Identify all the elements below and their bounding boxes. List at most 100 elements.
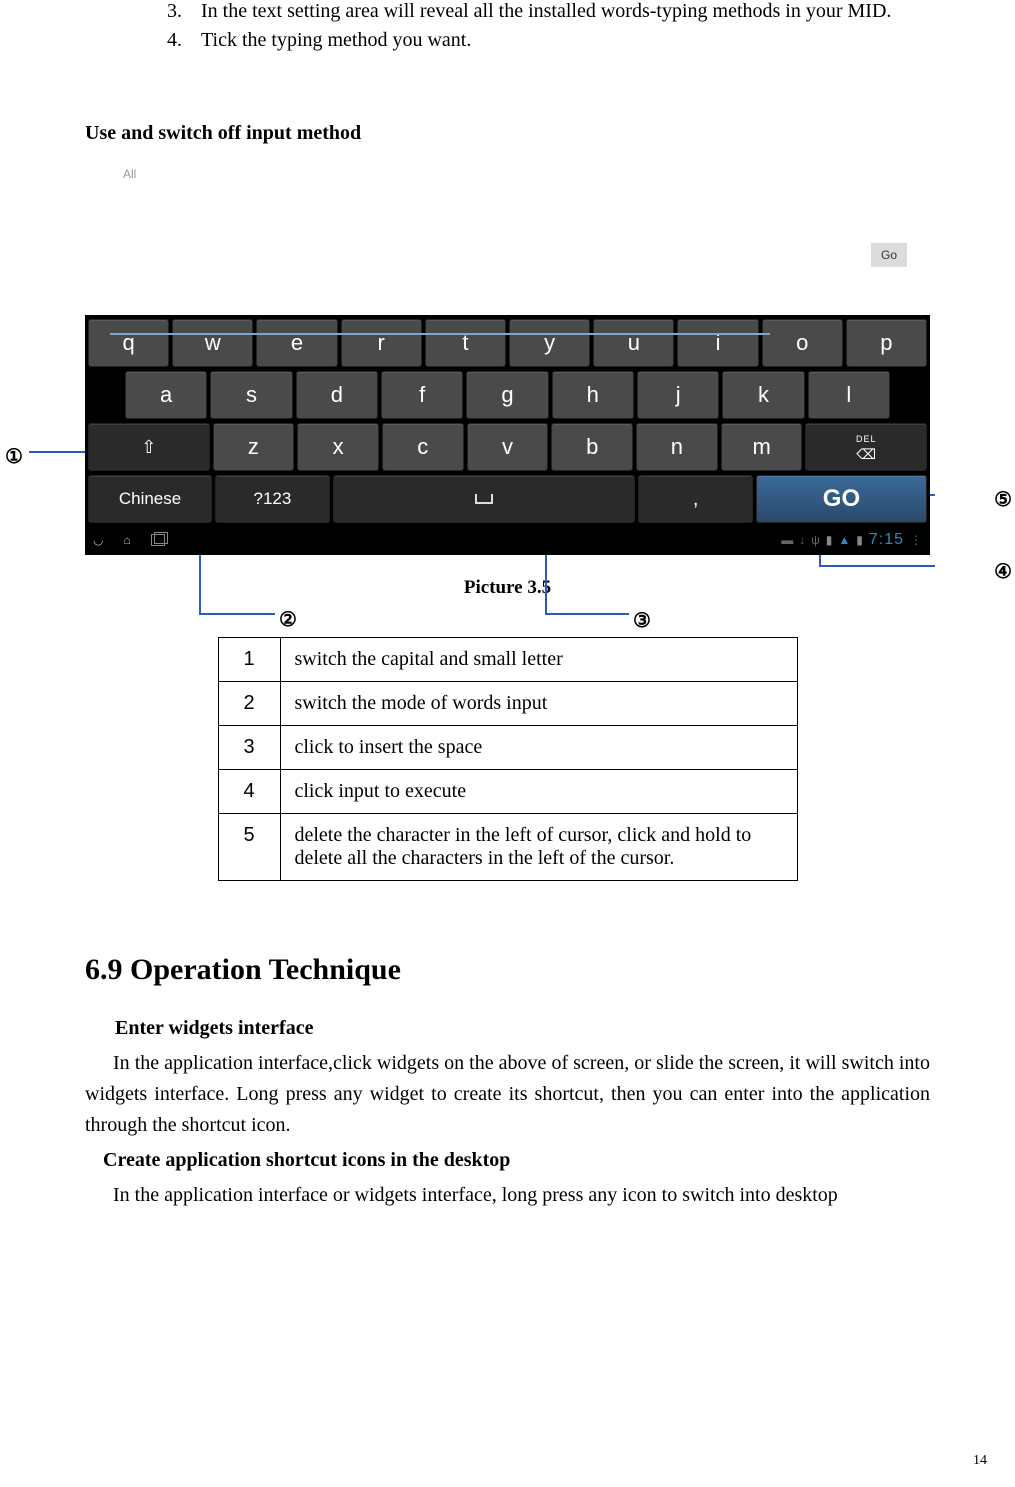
browser-topbar: All xyxy=(85,167,930,185)
key-k[interactable]: k xyxy=(722,371,804,419)
table-row: 1 switch the capital and small letter xyxy=(218,638,797,682)
key-u[interactable]: u xyxy=(593,319,674,367)
navbar: ◡ ⌂ ▬ ↓ ψ ▮ ▲ ▮ 7:15 ⋮ xyxy=(85,525,930,555)
key-l[interactable]: l xyxy=(808,371,890,419)
key-go[interactable]: GO xyxy=(756,475,927,523)
figure-caption: Picture 3.5 xyxy=(85,577,930,599)
list-text: Tick the typing method you want. xyxy=(201,29,471,52)
download-icon: ↓ xyxy=(799,533,805,547)
page-number: 14 xyxy=(973,1453,987,1469)
key-r[interactable]: r xyxy=(341,319,422,367)
key-v[interactable]: v xyxy=(467,423,549,471)
callout-3: ③ xyxy=(633,608,651,633)
url-underline[interactable] xyxy=(110,333,770,335)
section-title: Use and switch off input method xyxy=(85,122,930,145)
key-b[interactable]: b xyxy=(551,423,633,471)
key-row-2: a s d f g h j k l xyxy=(85,369,930,421)
menu-icon[interactable]: ⋮ xyxy=(910,533,922,547)
row-num: 1 xyxy=(218,638,280,682)
callout-1: ① xyxy=(5,444,23,469)
key-x[interactable]: x xyxy=(297,423,379,471)
key-t[interactable]: t xyxy=(425,319,506,367)
paragraph: In the application interface,click widge… xyxy=(85,1048,930,1141)
keyboard: q w e r t y u i o p a s d f g h j k l xyxy=(85,315,930,525)
list-num: 3. xyxy=(167,0,201,23)
callout-line xyxy=(545,613,629,615)
row-num: 3 xyxy=(218,726,280,770)
subheading-shortcut: Create application shortcut icons in the… xyxy=(103,1149,930,1172)
usb-icon: ψ xyxy=(811,533,820,547)
key-shift[interactable]: ⇧ xyxy=(88,423,210,471)
description-table: 1 switch the capital and small letter 2 … xyxy=(218,637,798,881)
row-num: 4 xyxy=(218,770,280,814)
navbar-right: ▬ ↓ ψ ▮ ▲ ▮ 7:15 ⋮ xyxy=(781,531,922,549)
key-delete[interactable]: DEL xyxy=(805,423,927,471)
list-text: In the text setting area will reveal all… xyxy=(201,0,891,23)
row-desc: switch the capital and small letter xyxy=(280,638,797,682)
key-space[interactable] xyxy=(333,475,636,523)
space-icon xyxy=(475,494,493,504)
table-row: 3 click to insert the space xyxy=(218,726,797,770)
key-row-1: q w e r t y u i o p xyxy=(85,317,930,369)
key-y[interactable]: y xyxy=(509,319,590,367)
callout-5: ⑤ xyxy=(994,487,1012,512)
nav-home-icon[interactable]: ⌂ xyxy=(123,533,130,547)
callout-line xyxy=(821,565,935,567)
callout-line xyxy=(199,613,275,615)
key-g[interactable]: g xyxy=(466,371,548,419)
key-d[interactable]: d xyxy=(296,371,378,419)
key-i[interactable]: i xyxy=(677,319,758,367)
nav-back-icon[interactable]: ◡ xyxy=(93,533,103,547)
heading-6-9: 6.9 Operation Technique xyxy=(85,953,930,987)
numbered-list: 3. In the text setting area will reveal … xyxy=(85,0,930,52)
key-o[interactable]: o xyxy=(762,319,843,367)
key-s[interactable]: s xyxy=(210,371,292,419)
row-desc: click to insert the space xyxy=(280,726,797,770)
key-a[interactable]: a xyxy=(125,371,207,419)
row-desc: delete the character in the left of curs… xyxy=(280,814,797,881)
key-e[interactable]: e xyxy=(256,319,337,367)
list-item-4: 4. Tick the typing method you want. xyxy=(167,29,930,52)
list-num: 4. xyxy=(167,29,201,52)
key-j[interactable]: j xyxy=(637,371,719,419)
callout-2: ② xyxy=(279,607,297,632)
key-chinese[interactable]: Chinese xyxy=(88,475,212,523)
key-n[interactable]: n xyxy=(636,423,718,471)
browser-area: Go xyxy=(85,185,930,315)
clock: 7:15 xyxy=(869,531,904,549)
delete-icon: DEL xyxy=(856,434,877,460)
row-desc: click input to execute xyxy=(280,770,797,814)
key-m[interactable]: m xyxy=(721,423,803,471)
key-w[interactable]: w xyxy=(172,319,253,367)
table-row: 2 switch the mode of words input xyxy=(218,682,797,726)
key-q[interactable]: q xyxy=(88,319,169,367)
key-z[interactable]: z xyxy=(213,423,295,471)
callout-4: ④ xyxy=(994,559,1012,584)
all-label: All xyxy=(123,167,136,181)
paragraph: In the application interface or widgets … xyxy=(85,1180,930,1211)
battery-icon: ▮ xyxy=(856,533,863,547)
status-icon: ▬ xyxy=(781,533,793,547)
key-f[interactable]: f xyxy=(381,371,463,419)
go-button[interactable]: Go xyxy=(871,243,907,267)
key-p[interactable]: p xyxy=(846,319,927,367)
key-num-mode[interactable]: ?123 xyxy=(215,475,330,523)
list-item-3: 3. In the text setting area will reveal … xyxy=(167,0,930,23)
nav-recent-icon[interactable] xyxy=(151,534,165,546)
key-comma[interactable]: , xyxy=(638,475,753,523)
row-desc: switch the mode of words input xyxy=(280,682,797,726)
sd-icon: ▮ xyxy=(826,533,833,547)
row-num: 5 xyxy=(218,814,280,881)
key-h[interactable]: h xyxy=(552,371,634,419)
table-row: 4 click input to execute xyxy=(218,770,797,814)
row-num: 2 xyxy=(218,682,280,726)
key-c[interactable]: c xyxy=(382,423,464,471)
subheading-widgets: Enter widgets interface xyxy=(115,1017,930,1040)
wifi-icon: ▲ xyxy=(838,533,850,547)
screenshot: All Go q w e r t y u i o p a s d xyxy=(85,167,930,555)
key-row-3: ⇧ z x c v b n m DEL xyxy=(85,421,930,473)
table-row: 5 delete the character in the left of cu… xyxy=(218,814,797,881)
key-row-4: Chinese ?123 , GO xyxy=(85,473,930,525)
navbar-left: ◡ ⌂ xyxy=(93,533,165,547)
shift-icon: ⇧ xyxy=(141,437,156,458)
